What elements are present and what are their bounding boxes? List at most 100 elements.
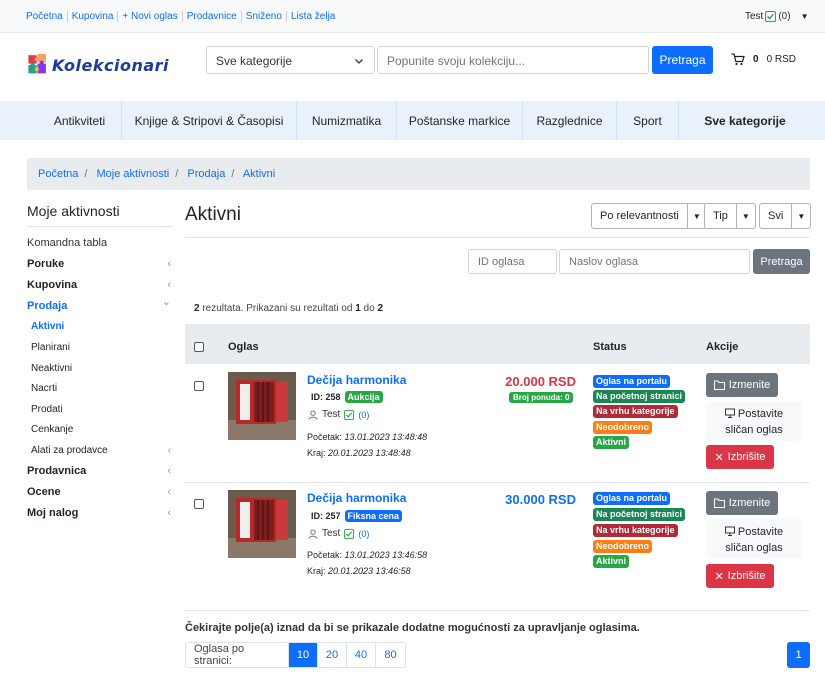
logo[interactable]: Kolekcionari <box>27 46 169 84</box>
start-date: 13.01.2023 13:46:58 <box>344 550 428 560</box>
row-checkbox[interactable] <box>194 381 204 391</box>
sidebar-item-aktivni[interactable]: Aktivni <box>31 321 171 332</box>
post-similar-button[interactable]: Postavite sličan oglas <box>706 401 802 441</box>
title-divider <box>185 237 810 238</box>
similar-label-2: sličan oglas <box>725 424 783 436</box>
delete-button[interactable]: ✕ Izbrišite <box>706 564 774 588</box>
status-badge: Na početnoj stranici <box>593 390 686 403</box>
top-link-prodavnice[interactable]: Prodavnice <box>183 11 242 22</box>
edit-button[interactable]: Izmenite <box>706 491 778 515</box>
top-link-kupovina[interactable]: Kupovina <box>68 11 119 22</box>
listing-seller[interactable]: Test (0) <box>308 409 369 420</box>
cart-total: 0 RSD <box>766 54 797 65</box>
listing-thumbnail[interactable] <box>228 372 296 440</box>
sidebar-item-label: Planirani <box>31 342 70 353</box>
cart-icon <box>731 53 745 66</box>
delete-label: Izbrišite <box>727 451 766 463</box>
breadcrumb-pocetna[interactable]: Početna <box>38 168 78 180</box>
category-postanske-markice[interactable]: Poštanske markice <box>397 101 523 140</box>
status-badge: Aktivni <box>593 436 630 449</box>
accordion-image <box>228 372 296 440</box>
edit-label: Izmenite <box>728 379 771 391</box>
search-button[interactable]: Pretraga <box>652 46 713 74</box>
top-link-lista-zelja[interactable]: Lista želja <box>287 11 339 22</box>
cart[interactable]: 0 0 RSD <box>731 53 796 66</box>
top-link-novi-oglas[interactable]: + Novi oglas <box>118 11 183 22</box>
listing-seller[interactable]: Test (0) <box>308 528 369 539</box>
listing-title-input[interactable]: Naslov oglasa <box>559 249 750 274</box>
sidebar-item-label: Nacrti <box>31 383 58 394</box>
column-status: Status <box>593 341 627 353</box>
category-all[interactable]: Sve kategorije <box>692 101 798 140</box>
row-checkbox[interactable] <box>194 499 204 509</box>
sidebar-item-label: Poruke <box>27 258 65 270</box>
listing-id-input[interactable]: ID oglasa <box>468 249 557 274</box>
type-dropdown[interactable]: Tip ▼ <box>704 203 756 229</box>
sidebar-item-ocene[interactable]: Ocene ‹ <box>27 486 171 498</box>
sidebar-item-kupovina[interactable]: Kupovina ‹ <box>27 279 171 291</box>
sidebar-item-nacrti[interactable]: Nacrti <box>31 383 171 394</box>
page-title: Aktivni <box>185 204 241 225</box>
user-count: (0) <box>778 11 791 22</box>
accordion-image <box>228 490 296 558</box>
sidebar-item-komandna-tabla[interactable]: Komandna tabla <box>27 237 171 249</box>
sidebar-item-label: Kupovina <box>27 279 78 291</box>
close-icon: ✕ <box>714 570 724 583</box>
all-dropdown[interactable]: Svi ▼ <box>759 203 812 229</box>
category-knjige[interactable]: Knjige & Stripovi & Časopisi <box>122 101 297 140</box>
sidebar-item-poruke[interactable]: Poruke ‹ <box>27 258 171 270</box>
sort-dropdown-value: Po relevantnosti <box>592 204 688 228</box>
post-similar-button[interactable]: Postavite sličan oglas <box>706 519 802 559</box>
chevron-left-icon: ‹ <box>167 279 171 291</box>
pagination-page-1[interactable]: 1 <box>787 642 810 668</box>
edit-button[interactable]: Izmenite <box>706 373 778 397</box>
listing-type-badge: Aukcija <box>344 391 383 403</box>
listing-start: Početak: 13.01.2023 13:48:48 <box>307 432 427 442</box>
status-badge: Aktivni <box>593 555 630 568</box>
per-page-option-20[interactable]: 20 <box>318 643 347 667</box>
folder-icon <box>713 498 725 508</box>
listing-title-link[interactable]: Dečija harmonika <box>307 373 406 387</box>
listing-title-link[interactable]: Dečija harmonika <box>307 491 406 505</box>
results-text: rezultata. Prikazani su rezultati od <box>199 303 356 314</box>
sort-dropdown[interactable]: Po relevantnosti ▼ <box>591 203 707 229</box>
category-sport[interactable]: Sport <box>617 101 679 140</box>
top-link-snizeno[interactable]: Sniženo <box>242 11 287 22</box>
per-page-option-10[interactable]: 10 <box>289 643 318 667</box>
search-input[interactable]: Popunite svoju kolekciju... <box>377 46 649 74</box>
sidebar-item-prodavnica[interactable]: Prodavnica ‹ <box>27 465 171 477</box>
breadcrumb-aktivni[interactable]: Aktivni <box>243 168 275 180</box>
status-badge: Na početnoj stranici <box>593 508 686 521</box>
per-page-option-80[interactable]: 80 <box>376 643 405 667</box>
column-oglas: Oglas <box>228 341 259 353</box>
chevron-left-icon: ‹ <box>167 465 171 477</box>
sidebar-item-moj-nalog[interactable]: Moj nalog ‹ <box>27 507 171 519</box>
category-razglednice[interactable]: Razglednice <box>523 101 617 140</box>
cart-count: 0 <box>753 54 759 65</box>
sidebar-item-prodati[interactable]: Prodati <box>31 404 171 415</box>
sidebar-item-planirani[interactable]: Planirani <box>31 342 171 353</box>
category-numizmatika[interactable]: Numizmatika <box>297 101 397 140</box>
breadcrumb-prodaja[interactable]: Prodaja <box>187 168 225 180</box>
check-square-icon <box>344 528 355 539</box>
user-menu[interactable]: Test (0) ▼ <box>745 11 809 22</box>
per-page-option-40[interactable]: 40 <box>347 643 376 667</box>
filter-search-button[interactable]: Pretraga <box>753 249 810 274</box>
row-divider <box>185 482 810 483</box>
category-antikviteti[interactable]: Antikviteti <box>38 101 122 140</box>
top-link-pocetna[interactable]: Početna <box>26 11 68 22</box>
sidebar-item-cenkanje[interactable]: Cenkanje <box>31 424 171 435</box>
sidebar-item-label: Prodaja <box>27 300 68 312</box>
end-date: 20.01.2023 13:48:48 <box>328 448 411 458</box>
chevron-down-icon <box>354 55 364 69</box>
delete-button[interactable]: ✕ Izbrišite <box>706 445 774 469</box>
category-select[interactable]: Sve kategorije <box>206 46 375 74</box>
select-all-checkbox[interactable] <box>194 342 204 352</box>
sidebar-item-alati[interactable]: Alati za prodavce ‹ <box>31 445 171 456</box>
breadcrumb-moje-aktivnosti[interactable]: Moje aktivnosti <box>97 168 170 180</box>
per-page-selector: Oglasa po stranici: 10 20 40 80 <box>185 642 406 668</box>
sidebar-item-neaktivni[interactable]: Neaktivni <box>31 363 171 374</box>
listing-thumbnail[interactable] <box>228 490 296 558</box>
sidebar-item-prodaja[interactable]: Prodaja ⌄ <box>27 296 171 312</box>
sidebar-item-label: Moj nalog <box>27 507 79 519</box>
